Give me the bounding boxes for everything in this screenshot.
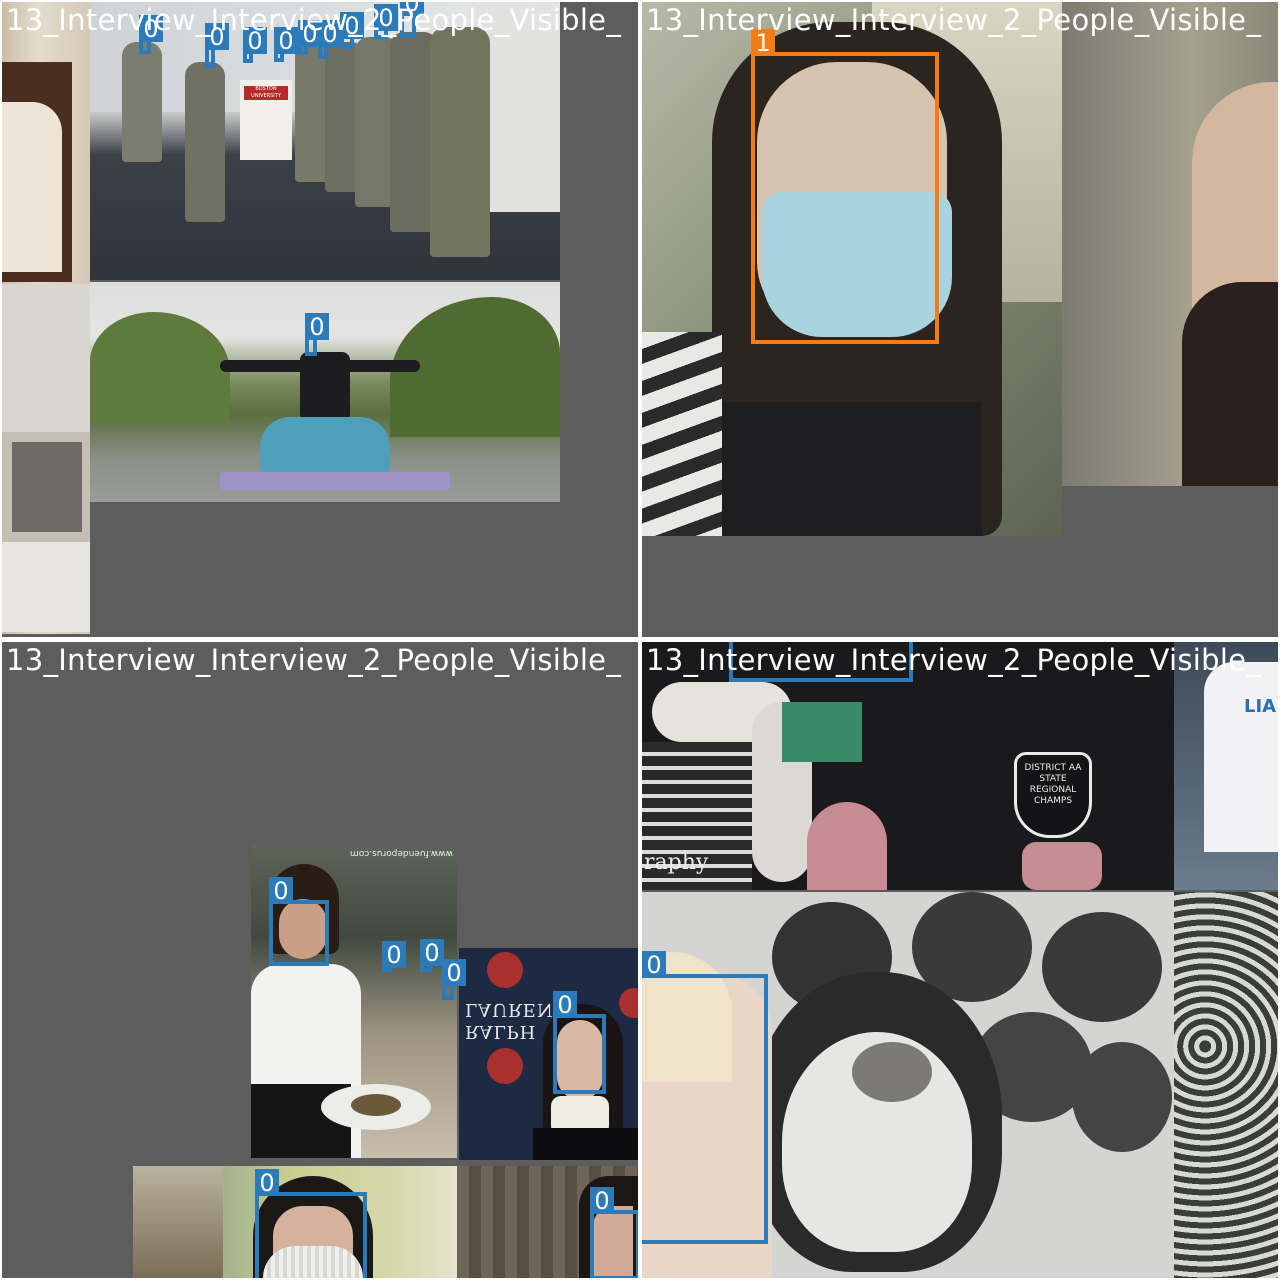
detection-box: 0	[139, 15, 163, 54]
detection-label: 0	[642, 951, 666, 979]
tile-title: 13_Interview_Interview_2_People_Visible_	[646, 3, 1262, 37]
detection-label: 0	[590, 1187, 614, 1215]
podium-sign: BOSTON UNIVERSITY	[244, 86, 288, 100]
detection-box: 0	[442, 959, 466, 1000]
detection-label: 0	[442, 959, 466, 987]
jacket-patch: DISTRICT AA STATE REGIONAL CHAMPS	[1014, 752, 1092, 838]
detection-box: 0	[298, 20, 322, 55]
detection-box: 0	[642, 951, 768, 1244]
detection-box: 0	[269, 877, 329, 966]
photo-strip-chair	[2, 2, 90, 634]
detection-label: 0	[269, 877, 293, 905]
detection-label: 0	[382, 941, 406, 969]
sleeve-text: raphy	[644, 850, 709, 875]
detection-box: 0	[382, 941, 406, 972]
mosaic-tile-bottom-right: 13_Interview_Interview_2_People_Visible_…	[642, 642, 1278, 1278]
photo-trees	[1174, 892, 1278, 1278]
detection-box: 0	[255, 1169, 367, 1278]
detection-box: 0	[553, 991, 606, 1094]
mosaic-tile-bottom-left: 13_Interview_Interview_2_People_Visible_…	[2, 642, 638, 1278]
detection-box: 0	[590, 1187, 638, 1278]
patch-text: DISTRICT AA STATE REGIONAL CHAMPS	[1024, 763, 1082, 806]
photo-partial-woman	[1062, 2, 1278, 486]
detection-label: 0	[420, 939, 444, 967]
detection-label: 0	[305, 313, 329, 341]
photo-watermark: www.fuendeporus.com	[350, 848, 453, 858]
shirt-text: LIA	[1244, 696, 1277, 717]
detection-label: 0	[553, 991, 577, 1019]
detection-label: 0	[255, 1169, 279, 1197]
mosaic-tile-top-left: 13_Interview_Interview_2_People_Visible_…	[2, 2, 638, 638]
detection-box: 0	[318, 20, 342, 59]
detection-box: 0	[243, 27, 267, 63]
tile-title: 13_Interview_Interview_2_People_Visible_	[646, 643, 1262, 677]
detection-box: 0	[305, 313, 329, 356]
detection-box: 0	[420, 939, 444, 972]
photo-ralph-lauren: RALPH LAUREN	[459, 948, 638, 1160]
backdrop-text: RALPH LAUREN	[465, 999, 554, 1042]
detection-box: 1	[751, 29, 939, 344]
mosaic-tile-top-right: 13_Interview_Interview_2_People_Visible_…	[642, 2, 1278, 638]
tile-title: 13_Interview_Interview_2_People_Visible_	[6, 643, 622, 677]
mosaic-divider-horizontal	[0, 637, 1280, 641]
detection-box: 0	[205, 23, 229, 68]
photo-athlete: LIA	[1174, 642, 1278, 890]
tile-title: 13_Interview_Interview_2_People_Visible_	[6, 3, 622, 37]
detection-box: 0	[274, 27, 298, 62]
